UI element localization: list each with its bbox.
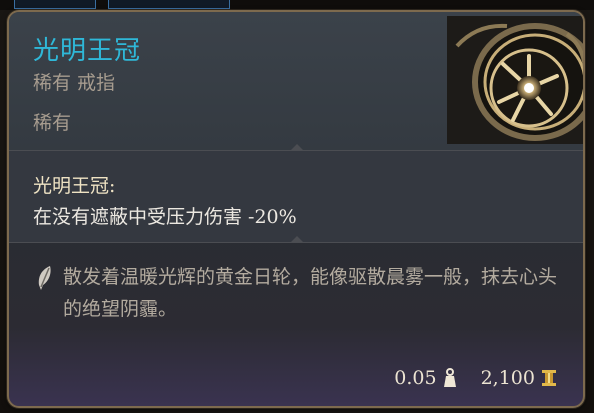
item-name: 光明王冠 bbox=[33, 36, 142, 66]
top-bar bbox=[0, 0, 594, 10]
item-stats: 0.05 2,100 bbox=[394, 364, 557, 392]
gold-value: 2,100 bbox=[480, 367, 535, 389]
effect-description: 在没有遮蔽中受压力伤害 -20% bbox=[33, 206, 297, 228]
lore-section: 散发着温暖光辉的黄金日轮，能像驱散晨雾一般，抹去心头的绝望阴霾。 bbox=[9, 243, 583, 343]
feather-icon bbox=[35, 265, 55, 291]
top-tab bbox=[108, 0, 230, 9]
weight-icon bbox=[443, 368, 457, 388]
top-tab bbox=[14, 0, 96, 9]
item-rarity: 稀有 bbox=[33, 112, 72, 134]
item-type: 稀有 戒指 bbox=[33, 72, 116, 94]
tooltip-header: 光明王冠 稀有 戒指 稀有 bbox=[9, 12, 583, 150]
gold-coin-icon bbox=[541, 368, 557, 388]
lore-text: 散发着温暖光辉的黄金日轮，能像驱散晨雾一般，抹去心头的绝望阴霾。 bbox=[63, 266, 558, 320]
effect-section: 光明王冠: 在没有遮蔽中受压力伤害 -20% bbox=[9, 151, 583, 242]
effect-name: 光明王冠: bbox=[33, 175, 116, 197]
weight-value: 0.05 bbox=[394, 367, 437, 389]
ring-icon bbox=[447, 16, 583, 144]
item-tooltip: 光明王冠 稀有 戒指 稀有 光明王冠: 在没有遮蔽中受压力伤害 -20% 散发着… bbox=[7, 10, 585, 408]
